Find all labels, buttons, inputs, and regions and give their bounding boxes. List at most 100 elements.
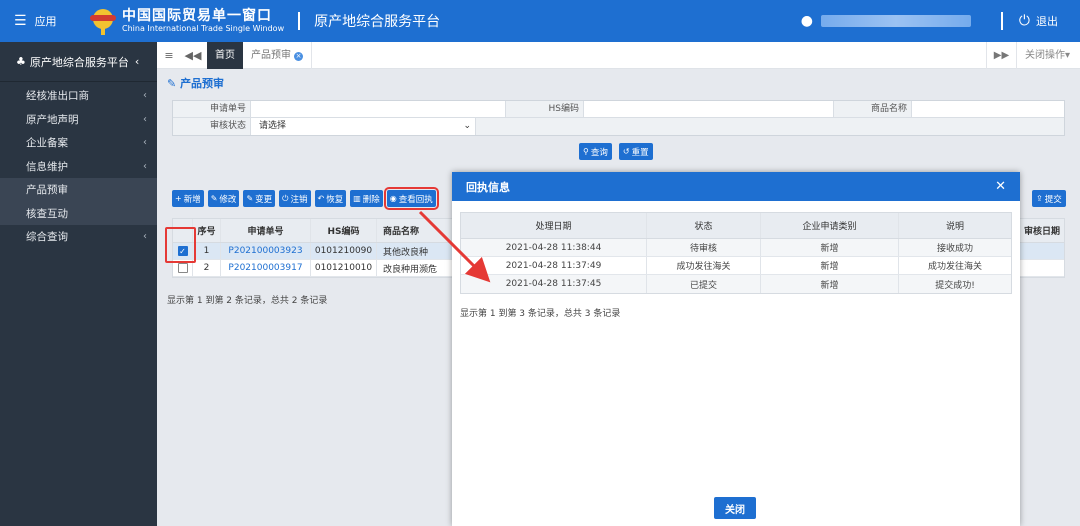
logout-button[interactable]: 退出 [1036,13,1058,29]
sidebar: ♣ 原产地综合服务平台 ‹ 经核准出口商 ‹ 原产地声明 ‹ 企业备案 ‹ 信息… [0,42,157,526]
row-checkbox[interactable] [177,263,188,273]
delete-button-label: 删除 [362,194,380,205]
row-hs: 0101210090 [311,243,377,259]
header-status: 状态 [647,213,761,238]
tab-scroll-right-icon[interactable]: ▶▶ [985,41,1016,69]
platform-title: 原产地综合服务平台 [314,14,441,30]
tabs-bar: ≡ ◀◀ 首页 产品预审 × ▶▶ 关闭操作▾ [157,41,1080,69]
sidebar-header[interactable]: ♣ 原产地综合服务平台 ‹ [0,42,157,82]
sidebar-item-product-prereview[interactable]: 产品预审 [0,178,157,202]
close-tab-icon[interactable]: × [294,51,303,61]
view-receipt-button-label: 查看回执 [398,194,433,205]
checkbox-highlight [165,227,196,263]
modal-header: 回执信息 ✕ [452,172,1020,201]
sidebar-header-label: 原产地综合服务平台 [29,55,129,69]
change-button[interactable]: ✎ 变更 [243,190,276,207]
row-date: 2021-04-28 11:37:49 [461,257,647,274]
application-no-input[interactable] [251,101,506,117]
restore-button[interactable]: ↶ 恢复 [314,190,347,207]
header-hs: HS编码 [311,219,377,242]
view-receipt-button[interactable]: ◉ 查看回执 [383,187,439,210]
close-ops-label: 关闭操作 [1024,49,1065,61]
sidebar-item-label: 产品预审 [26,184,68,197]
header-date: 处理日期 [461,213,647,238]
add-button[interactable]: + 新增 [172,190,204,207]
hs-code-label: HS编码 [506,101,584,117]
header-type: 企业申请类别 [761,213,899,238]
chevron-left-icon: ‹ [143,160,147,172]
logo: 中国国际贸易单一窗口 China International Trade Sin… [90,7,284,35]
sidebar-item-enterprise-filing[interactable]: 企业备案 ‹ [0,131,157,155]
power-icon[interactable]: ⏻ [1019,13,1030,29]
cancel-button-label: 注销 [290,194,308,205]
chevron-left-icon: ‹ [143,113,147,125]
review-status-select[interactable]: 请选择 ⌄ [251,118,476,135]
user-icon[interactable]: ● [801,13,813,29]
review-status-value: 请选择 [259,121,287,131]
add-button-label: 新增 [183,194,201,205]
logo-title: 中国国际贸易单一窗口 [122,7,272,24]
tab-scroll-left-icon[interactable]: ◀◀ [181,49,205,62]
search-button[interactable]: ⚲ 查询 [579,143,612,160]
row-app-no-link[interactable]: P202100003923 [221,243,311,259]
application-no-label: 申请单号 [173,101,251,117]
tab-label: 产品预审 [251,49,291,61]
form-empty-cell [476,118,1064,135]
sidebar-item-approved-exporter[interactable]: 经核准出口商 ‹ [0,84,157,108]
tab-home[interactable]: 首页 [207,41,243,69]
row-app-no-link[interactable]: P202100003917 [221,260,311,276]
trash-icon: ▥ [353,194,361,203]
close-button[interactable]: 关闭 [714,497,756,519]
top-bar: ☰ 应用 中国国际贸易单一窗口 China International Trad… [0,0,1080,42]
edit-icon: ✎ [167,77,177,90]
row-date: 2021-04-28 11:37:45 [461,275,647,293]
header-desc: 说明 [945,222,964,232]
product-name-input[interactable] [912,101,1064,117]
row-desc: 成功发往海关 [927,262,982,272]
row-status: 已提交 [647,275,761,293]
cancel-record-button[interactable]: ⏻ 注销 [279,190,311,207]
submit-button[interactable]: ⇪ 提交 [1032,190,1066,207]
row-status: 待审核 [647,239,761,256]
row-desc: 提交成功! [935,280,975,291]
page-title: ✎ 产品预审 [167,75,224,91]
sidebar-item-query[interactable]: 综合查询 ‹ [0,225,157,249]
menu-icon: ☰ [14,13,27,29]
emblem-icon [90,7,116,35]
sidebar-item-verification[interactable]: 核查互动 [0,201,157,225]
receipt-row: 2021-04-28 11:37:45 已提交 新增 提交成功! [461,275,1011,293]
chevron-left-icon: ‹ [143,90,147,102]
reset-button[interactable]: ↺ 重置 [618,143,653,160]
tab-product-prereview[interactable]: 产品预审 × [243,41,312,69]
submit-button-label: 提交 [1044,194,1062,205]
search-icon: ⚲ [583,147,589,156]
delete-button[interactable]: ▥ 删除 [350,190,383,207]
toolbar: + 新增 ✎ 修改 ✎ 变更 ⏻ 注销 ↶ 恢复 ▥ 删除 ◉ 查看回执 [172,187,439,210]
search-form: 申请单号 HS编码 商品名称 审核状态 请选择 ⌄ [172,100,1065,136]
eye-icon: ◉ [389,194,397,203]
hs-code-input[interactable] [584,101,834,117]
close-icon[interactable]: ✕ [995,179,1006,194]
close-ops-dropdown[interactable]: 关闭操作▾ [1015,41,1080,69]
user-name-redacted[interactable] [820,15,971,27]
sidebar-item-info-maintenance[interactable]: 信息维护 ‹ [0,155,157,179]
tree-icon: ♣ [16,55,26,68]
receipt-row: 2021-04-28 11:37:49 成功发往海关 新增 成功发往海关 [461,257,1011,275]
sidebar-item-label: 企业备案 [26,137,68,150]
sidebar-item-origin-declaration[interactable]: 原产地声明 ‹ [0,108,157,132]
restore-button-label: 恢复 [326,194,344,205]
modal-title: 回执信息 [466,180,510,194]
menu-toggle-icon[interactable]: ≡ [157,49,181,62]
receipt-modal: 回执信息 ✕ 处理日期 状态 企业申请类别 说明 2021-04-28 11:3… [452,172,1020,526]
row-date: 2021-04-28 11:38:44 [461,239,647,256]
row-type: 新增 [761,239,899,256]
reset-icon: ↺ [622,147,630,156]
app-menu-label: 应用 [34,15,57,28]
row-type: 新增 [761,275,899,293]
app-menu-button[interactable]: ☰ 应用 [0,13,78,29]
page-title-label: 产品预审 [180,77,225,90]
chevron-left-icon: ‹ [143,231,147,243]
edit-button[interactable]: ✎ 修改 [207,190,240,207]
review-status-label: 审核状态 [173,118,251,135]
plus-icon: + [175,194,182,203]
